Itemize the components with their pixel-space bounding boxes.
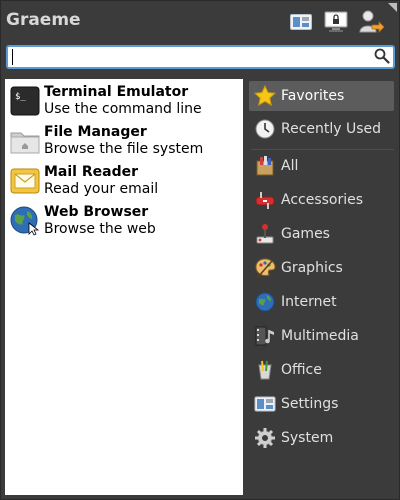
app-title: Terminal Emulator [44,84,189,100]
category-label: Accessories [281,192,364,208]
settings-icon [290,14,312,30]
category-label: System [281,430,334,446]
category-label: Graphics [281,260,343,276]
category-label: Recently Used [281,121,382,137]
all-apps-icon [256,156,274,176]
terminal-icon: $_ [10,86,40,116]
app-file-manager[interactable]: File Manager Browse the file system [5,121,243,161]
log-out-button[interactable] [358,9,384,35]
palette-icon [255,258,276,278]
settings-icon [254,396,276,412]
app-web-browser[interactable]: Web Browser Browse the web [5,201,243,241]
svg-text:$_: $_ [15,92,26,102]
search-field[interactable] [6,45,395,69]
category-label: All [281,158,299,174]
category-multimedia[interactable]: Multimedia [249,321,394,351]
category-list: Favorites Recently Used All Accessories … [249,79,395,495]
category-favorites[interactable]: Favorites [249,81,394,111]
category-label: Favorites [281,88,345,104]
mail-icon [10,168,40,194]
settings-manager-button[interactable] [288,9,314,35]
app-description: Browse the web [44,221,156,237]
folder-icon [10,132,40,154]
category-label: Settings [281,396,339,412]
category-separator [251,149,394,150]
favorites-app-list: $_ Terminal Emulator Use the command lin… [5,79,243,495]
search-input[interactable] [11,48,371,66]
category-graphics[interactable]: Graphics [249,253,394,283]
app-mail-reader[interactable]: Mail Reader Read your email [5,161,243,201]
globe-icon [10,206,40,236]
globe-icon [255,292,275,312]
star-icon [254,85,276,107]
category-label: Games [281,226,330,242]
joystick-icon [256,224,274,244]
gear-icon [255,428,275,448]
app-description: Use the command line [44,101,202,117]
category-label: Multimedia [281,328,359,344]
lock-screen-button[interactable] [323,9,349,35]
multimedia-icon [255,326,274,346]
app-terminal-emulator[interactable]: $_ Terminal Emulator Use the command lin… [5,81,243,121]
category-recently-used[interactable]: Recently Used [249,114,394,144]
app-description: Read your email [44,181,159,197]
category-accessories[interactable]: Accessories [249,185,394,215]
app-description: Browse the file system [44,141,204,157]
category-label: Office [281,362,322,378]
category-internet[interactable]: Internet [249,287,394,317]
app-title: Web Browser [44,204,149,220]
resize-grip-icon[interactable] [388,3,397,12]
app-title: Mail Reader [44,164,138,180]
category-office[interactable]: Office [249,355,394,385]
clock-icon [255,119,275,139]
log-out-icon [359,10,384,33]
user-name: Graeme [6,10,81,30]
category-system[interactable]: System [249,423,394,453]
search-icon[interactable] [374,48,390,64]
accessories-icon [255,192,275,209]
app-title: File Manager [44,124,147,140]
category-all[interactable]: All [249,151,394,181]
category-games[interactable]: Games [249,219,394,249]
lock-screen-icon [324,11,348,32]
category-settings[interactable]: Settings [249,389,394,419]
office-icon [258,360,272,380]
whisker-menu: Graeme $_ Terminal Emulator Use the comm… [0,0,400,500]
text-cursor [12,49,13,65]
category-label: Internet [281,294,337,310]
